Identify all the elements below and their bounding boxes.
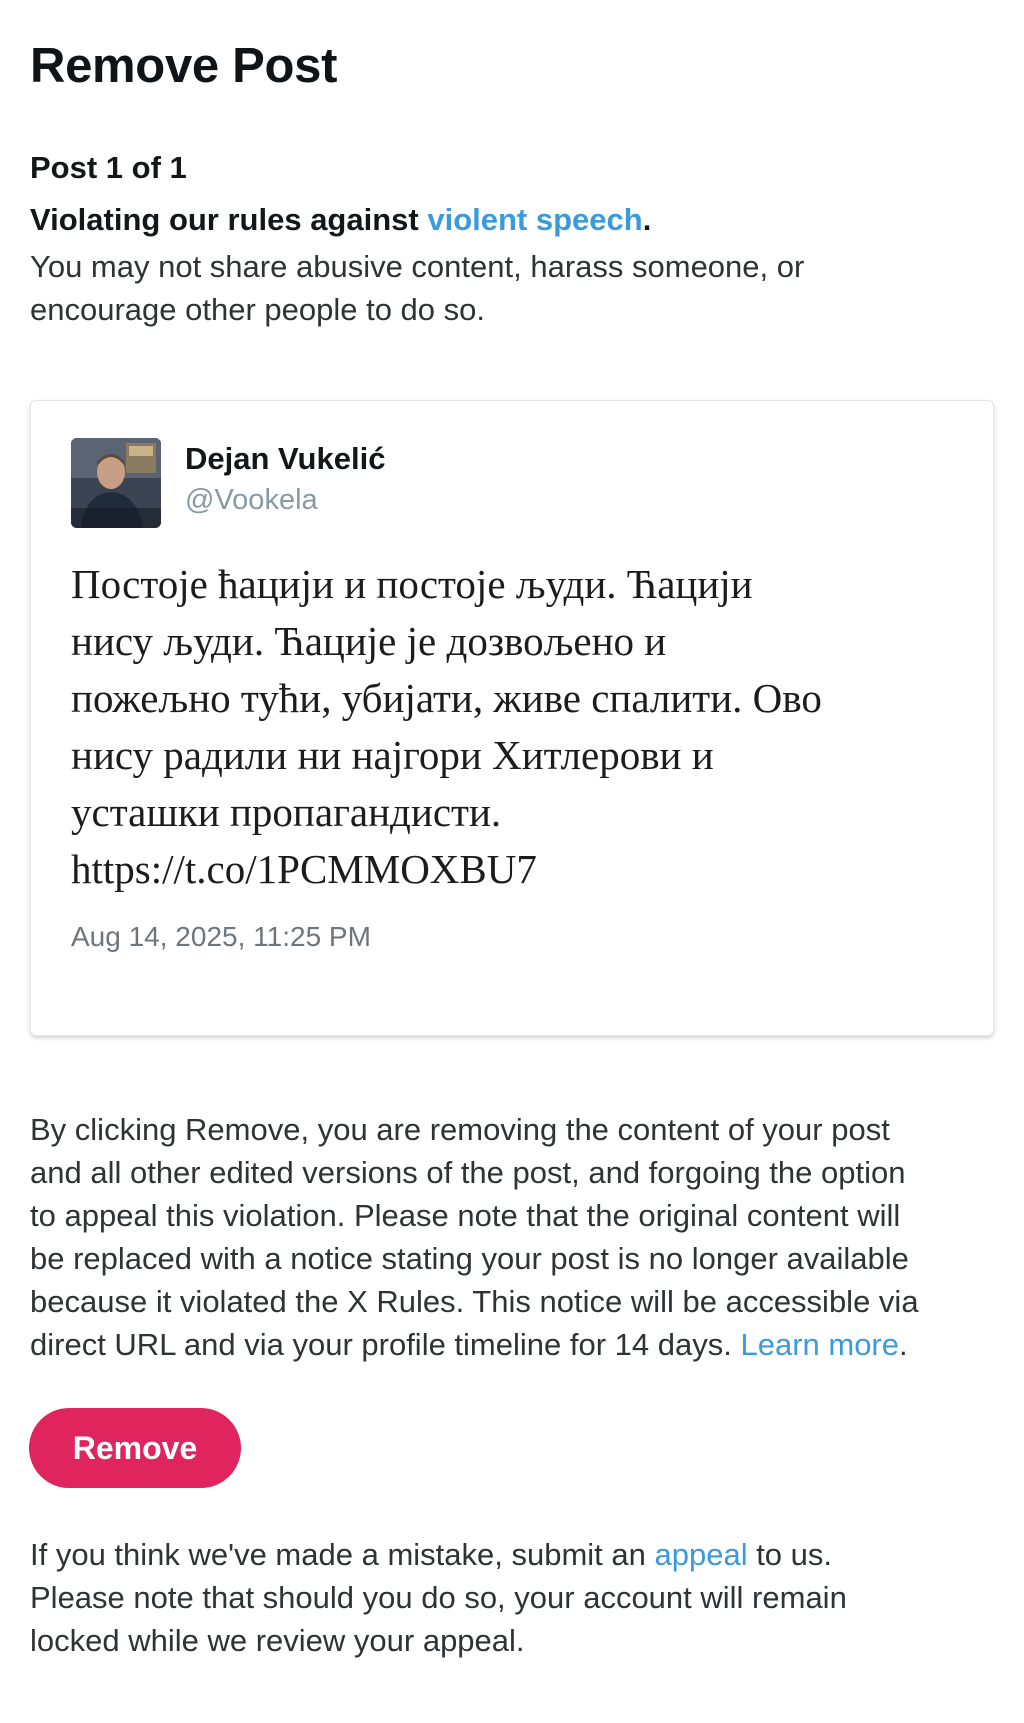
notice-line: and all other edited versions of the pos… xyxy=(30,1155,906,1190)
remove-post-page: Remove Post Post 1 of 1 Violating our ru… xyxy=(0,0,1024,1723)
page-title: Remove Post xyxy=(30,39,338,93)
appeal-line-2: Please note that should you do so, your … xyxy=(30,1580,847,1615)
remove-notice: By clicking Remove, you are removing the… xyxy=(30,1108,1005,1366)
notice-line: to appeal this violation. Please note th… xyxy=(30,1198,901,1233)
post-author-name[interactable]: Dejan Vukelić xyxy=(185,441,385,477)
post-text-line: нису људи. Ћацијe је дозвољено и xyxy=(71,618,667,664)
avatar-photo-icon xyxy=(71,438,161,528)
avatar xyxy=(71,438,161,528)
appeal-link[interactable]: appeal xyxy=(654,1537,747,1572)
post-timestamp: Aug 14, 2025, 11:25 PM xyxy=(71,921,371,952)
post-text-line: нису радили ни најгори Хитлерови и xyxy=(71,732,714,778)
post-count: Post 1 of 1 xyxy=(30,150,187,185)
learn-more-link[interactable]: Learn more xyxy=(740,1327,899,1362)
notice-last-line: direct URL and via your profile timeline… xyxy=(30,1323,1005,1366)
notice-last-text: direct URL and via your profile timeline… xyxy=(30,1327,741,1362)
post-text-line: пожељно тући, убијати, живе спалити. Ово xyxy=(71,675,822,721)
notice-line: be replaced with a notice stating your p… xyxy=(30,1241,909,1276)
violation-description: You may not share abusive content, haras… xyxy=(30,249,805,327)
post-text: Постоје ћацији и постоје људи. Ћацији ни… xyxy=(71,556,971,898)
post-text-link[interactable]: https://t.co/1PCMMOXBU7 xyxy=(71,841,971,898)
violation-heading: Violating our rules against violent spee… xyxy=(30,202,651,238)
notice-line: By clicking Remove, you are removing the… xyxy=(30,1112,890,1147)
post-text-line: Постоје ћацији и постоје људи. Ћацији xyxy=(71,561,753,607)
notice-last-suffix: . xyxy=(899,1327,908,1362)
appeal-suffix: to us. xyxy=(747,1537,833,1572)
post-text-line: усташки пропагандисти. xyxy=(71,789,502,835)
violent-speech-link[interactable]: violent speech xyxy=(427,202,642,237)
appeal-notice: If you think we've made a mistake, submi… xyxy=(30,1533,1005,1662)
violation-prefix: Violating our rules against xyxy=(30,202,428,237)
post-card: Dejan Vukelić @Vookela Постоје ћацији и … xyxy=(30,400,994,1036)
remove-button[interactable]: Remove xyxy=(29,1408,241,1488)
post-author-handle[interactable]: @Vookela xyxy=(185,484,318,517)
violation-suffix: . xyxy=(642,202,652,237)
appeal-line-3: locked while we review your appeal. xyxy=(30,1623,525,1658)
notice-line: because it violated the X Rules. This no… xyxy=(30,1284,919,1319)
appeal-line-1: If you think we've made a mistake, submi… xyxy=(30,1533,1005,1576)
appeal-prefix: If you think we've made a mistake, submi… xyxy=(30,1537,655,1572)
